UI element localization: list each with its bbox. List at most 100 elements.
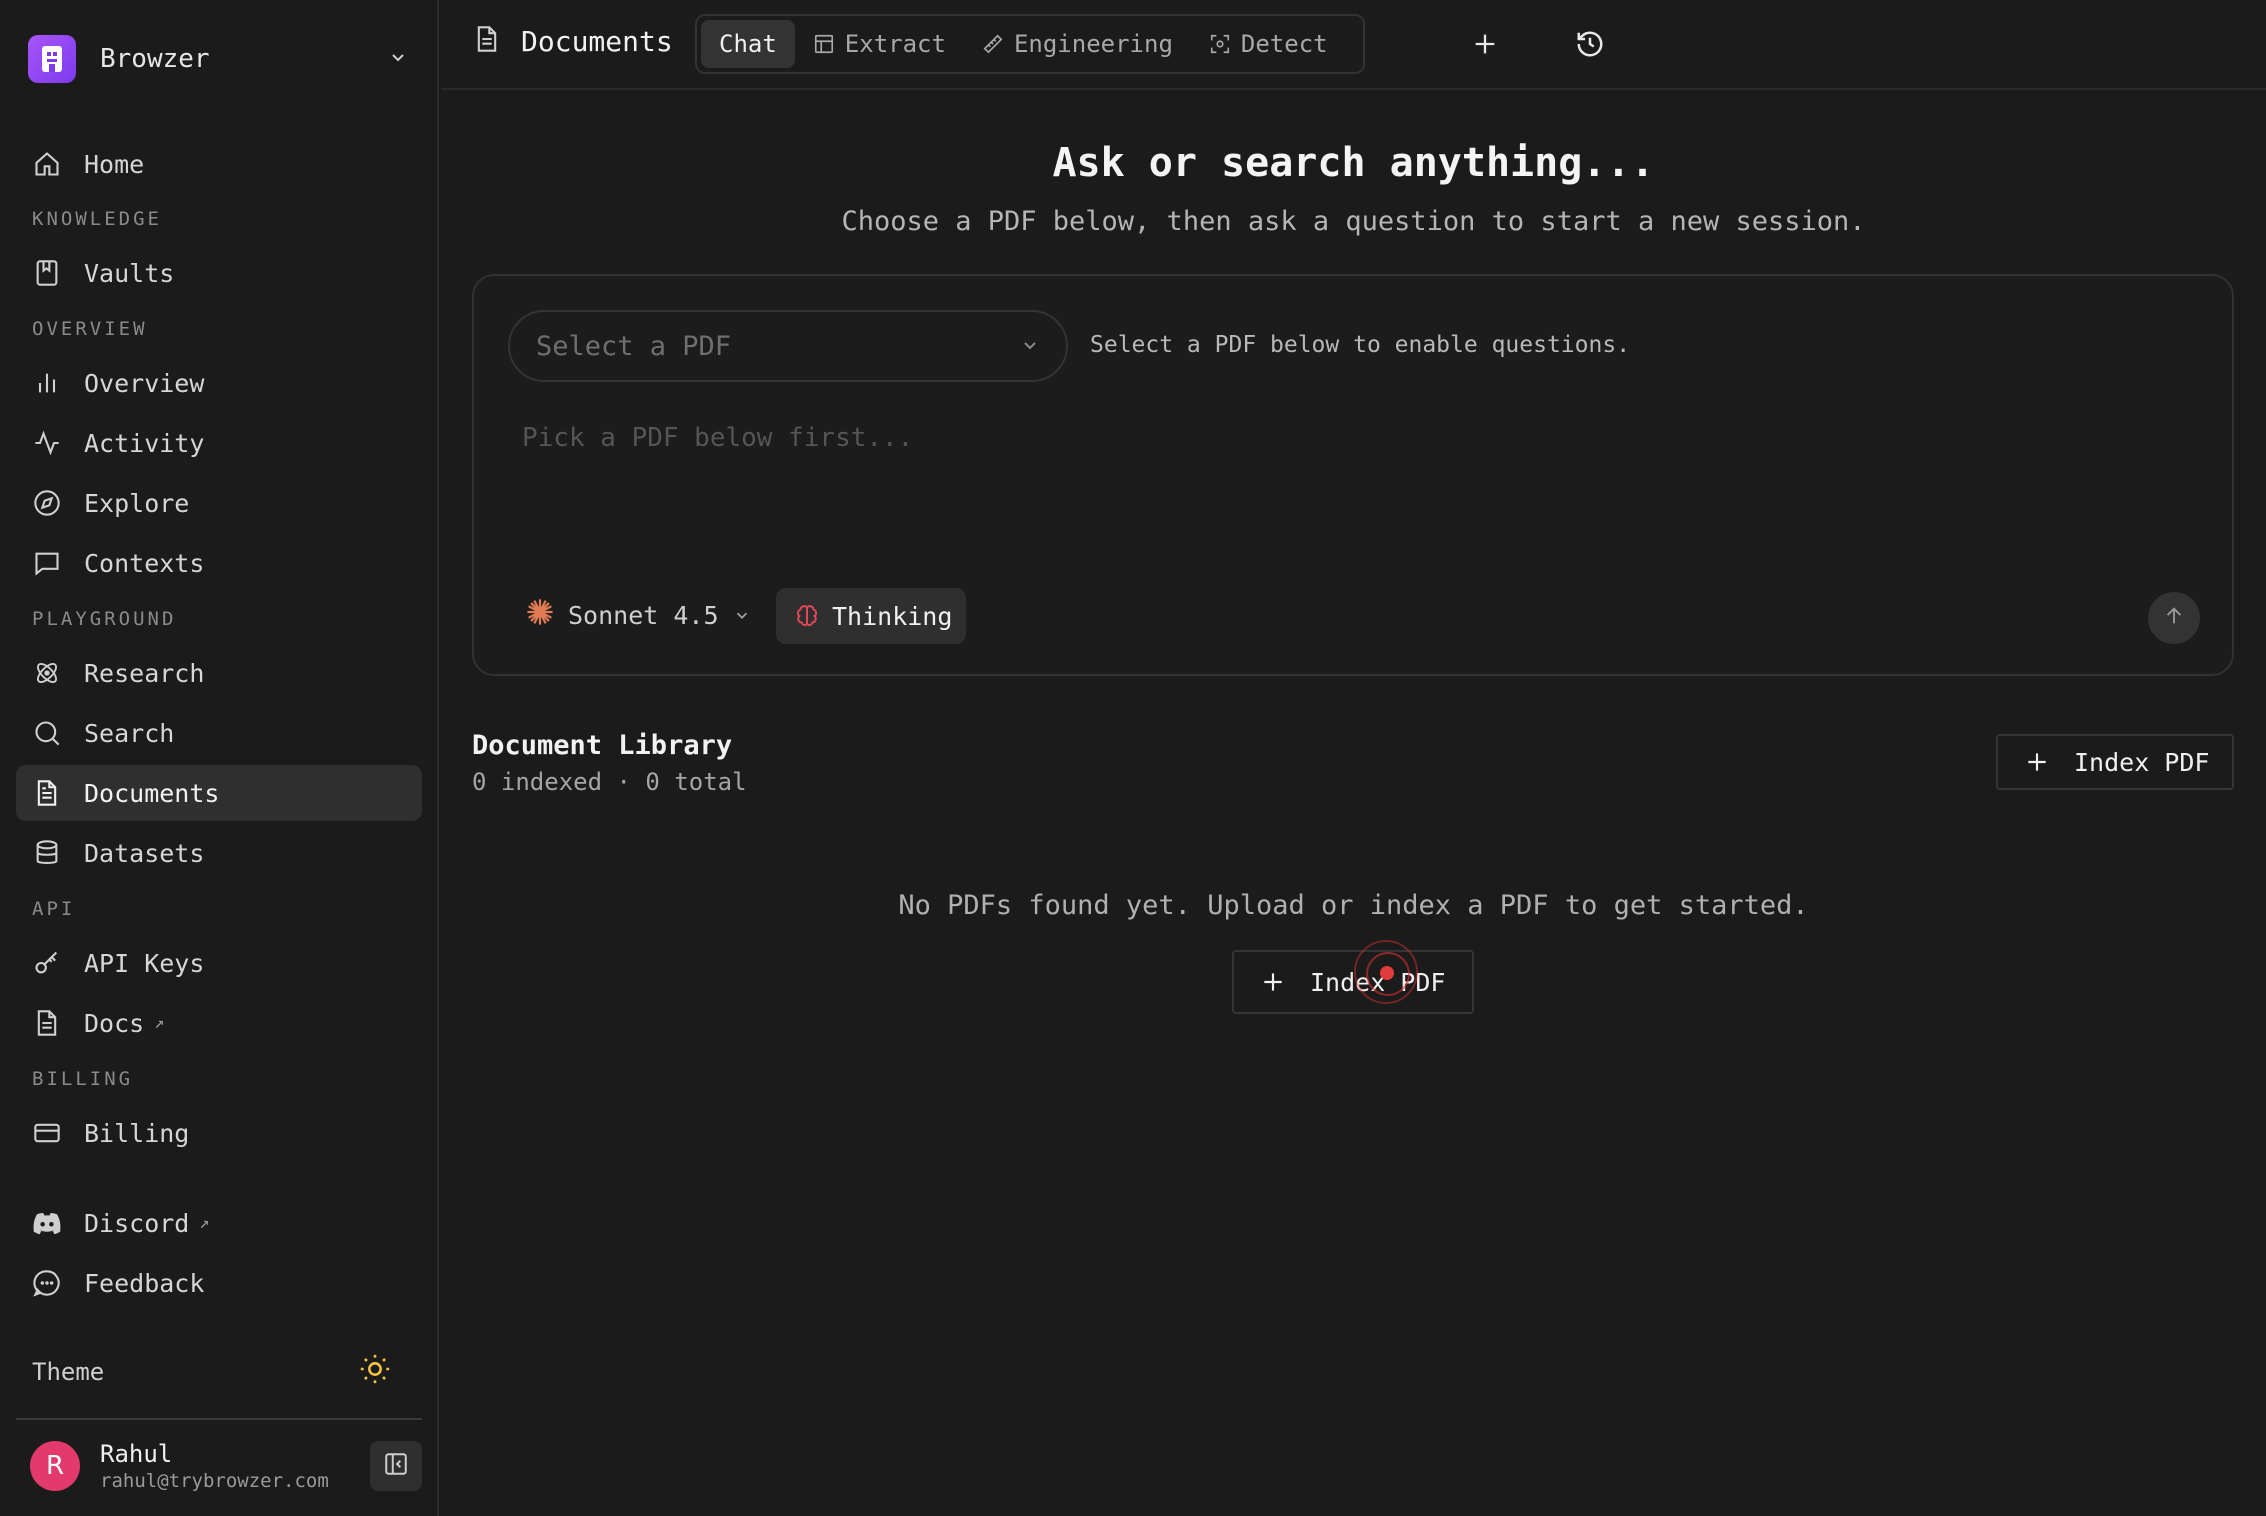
user-divider (16, 1418, 422, 1420)
question-input[interactable] (522, 418, 2122, 458)
avatar: R (30, 1441, 80, 1491)
chevron-down-icon (733, 601, 751, 630)
select-hint: Select a PDF below to enable questions. (1090, 332, 1631, 358)
sidebar-item-label: Docs (84, 1008, 145, 1038)
sun-icon[interactable] (358, 1352, 392, 1392)
sidebar-item-label: Search (84, 718, 175, 748)
sidebar-item-billing[interactable]: Billing (16, 1105, 422, 1161)
sidebar-item-home[interactable]: Home (16, 136, 422, 192)
credit-card-icon (32, 1118, 62, 1148)
home-icon (32, 149, 62, 179)
section-label-overview: OVERVIEW (32, 318, 148, 340)
claude-sparkle-icon (526, 598, 554, 632)
chevron-down-icon (1020, 331, 1040, 362)
sidebar-item-docs[interactable]: Docs ↗ (16, 995, 422, 1051)
plus-icon (1260, 969, 1286, 995)
theme-row: Theme (32, 1352, 392, 1392)
search-icon (32, 718, 62, 748)
browzer-logo (28, 35, 76, 83)
new-session-button[interactable] (1465, 26, 1505, 66)
sidebar-item-contexts[interactable]: Contexts (16, 535, 422, 591)
sidebar-item-label: Activity (84, 428, 205, 458)
page-title: Documents (521, 24, 673, 58)
user-profile[interactable]: R Rahul rahul@trybrowzer.com (30, 1436, 422, 1496)
ruler-icon (982, 33, 1004, 55)
sidebar-item-label: Discord (84, 1208, 190, 1238)
chat-composer: Select a PDF Select a PDF below to enabl… (472, 274, 2234, 676)
empty-state-message: No PDFs found yet. Upload or index a PDF… (898, 890, 1809, 921)
workspace-switcher[interactable]: Browzer (28, 34, 408, 84)
sidebar-item-label: Overview (84, 368, 205, 398)
sidebar-item-search[interactable]: Search (16, 705, 422, 761)
tab-chat[interactable]: Chat (701, 20, 795, 68)
tab-label: Engineering (1013, 30, 1173, 58)
pdf-select-dropdown[interactable]: Select a PDF (508, 310, 1068, 382)
model-selector[interactable]: Sonnet 4.5 (526, 598, 751, 632)
index-pdf-button[interactable]: Index PDF (1996, 734, 2234, 790)
page-header: Documents (473, 24, 673, 58)
section-label-knowledge: KNOWLEDGE (32, 208, 162, 230)
empty-state-index-pdf-button[interactable]: Index PDF (1232, 950, 1474, 1014)
tab-detect[interactable]: Detect (1191, 20, 1346, 68)
database-icon (32, 838, 62, 868)
library-title: Document Library (472, 730, 733, 761)
sidebar-item-label: API Keys (84, 948, 205, 978)
sidebar-item-vaults[interactable]: Vaults (16, 245, 422, 301)
library-summary: 0 indexed · 0 total (472, 768, 747, 796)
sidebar-item-label: Research (84, 658, 205, 688)
section-label-playground: PLAYGROUND (32, 608, 177, 630)
sidebar-item-research[interactable]: Research (16, 645, 422, 701)
file-text-icon (32, 778, 62, 808)
tab-engineering[interactable]: Engineering (964, 20, 1191, 68)
pdf-select-placeholder: Select a PDF (536, 330, 732, 362)
sidebar-item-documents[interactable]: Documents (16, 765, 422, 821)
chevron-down-icon (388, 47, 408, 71)
mode-tabs: Chat Extract Engineering Detect (695, 14, 1365, 74)
tab-extract[interactable]: Extract (795, 20, 964, 68)
history-button[interactable] (1570, 26, 1610, 66)
activity-pulse-icon (32, 428, 62, 458)
sidebar-item-activity[interactable]: Activity (16, 415, 422, 471)
sidebar-item-datasets[interactable]: Datasets (16, 825, 422, 881)
section-label-api: API (32, 898, 76, 920)
sidebar-item-label: Explore (84, 488, 190, 518)
sidebar-item-label: Documents (84, 778, 220, 808)
arrow-up-icon (2163, 605, 2185, 631)
sidebar-item-label: Datasets (84, 838, 205, 868)
sidebar-item-api-keys[interactable]: API Keys (16, 935, 422, 991)
model-name: Sonnet 4.5 (568, 600, 719, 630)
discord-icon (32, 1208, 62, 1238)
compass-icon (32, 488, 62, 518)
panel-left-icon (383, 1451, 409, 1481)
plus-icon (1471, 30, 1499, 62)
sidebar-item-feedback[interactable]: Feedback (16, 1255, 422, 1311)
sidebar-item-label: Vaults (84, 258, 175, 288)
hero-subtitle: Choose a PDF below, then ask a question … (841, 206, 1866, 237)
scan-icon (1209, 33, 1231, 55)
bookmark-book-icon (32, 258, 62, 288)
external-link-icon: ↗ (199, 1213, 210, 1233)
sidebar-item-label: Home (84, 149, 145, 179)
thinking-toggle[interactable]: Thinking (776, 588, 966, 644)
key-icon (32, 948, 62, 978)
file-text-icon (473, 24, 501, 58)
send-button[interactable] (2148, 592, 2200, 644)
section-label-billing: BILLING (32, 1068, 134, 1090)
sidebar-item-explore[interactable]: Explore (16, 475, 422, 531)
collapse-sidebar-button[interactable] (370, 1441, 422, 1491)
sidebar-item-discord[interactable]: Discord ↗ (16, 1195, 422, 1251)
tab-label: Detect (1240, 30, 1328, 58)
tab-label: Chat (719, 30, 777, 58)
sidebar: Browzer Home KNOWLEDGE Vaults OVERVIEW O… (0, 0, 439, 1516)
sidebar-item-label: Contexts (84, 548, 205, 578)
atom-icon (32, 658, 62, 688)
message-square-icon (32, 548, 62, 578)
sidebar-item-label: Feedback (84, 1268, 205, 1298)
sidebar-item-overview[interactable]: Overview (16, 355, 422, 411)
bar-chart-icon (32, 368, 62, 398)
brain-icon (794, 603, 820, 629)
thinking-label: Thinking (832, 601, 953, 631)
top-bar: Documents Chat Extract Engineering Detec… (441, 0, 2266, 90)
tab-label: Extract (844, 30, 946, 58)
user-info: Rahul rahul@trybrowzer.com (100, 1440, 370, 1492)
